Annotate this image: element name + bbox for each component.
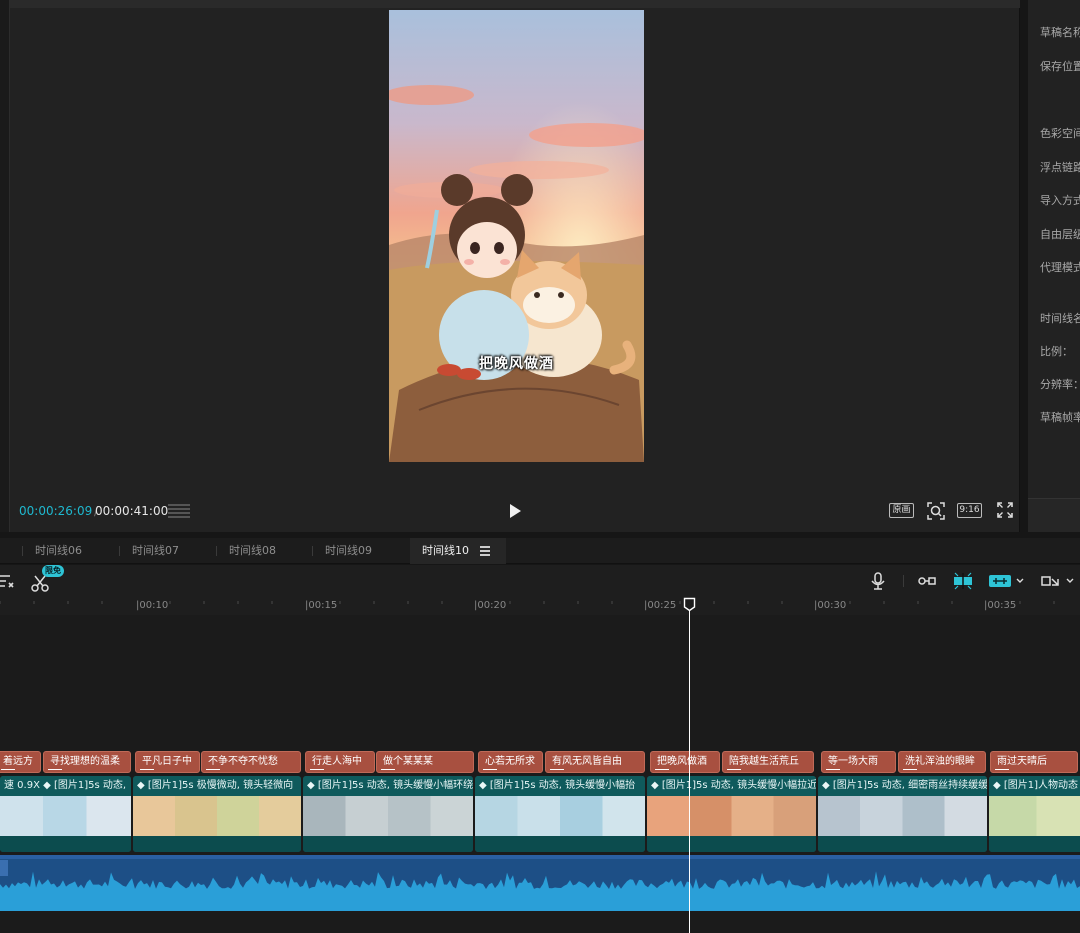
text-clip[interactable]: 陪我越生活荒丘 xyxy=(722,751,814,773)
video-track: 速 0.9X ◆ [图片1]5s 动态, ◆ [图片1]5s 极慢微动, 镜头轻… xyxy=(0,776,1080,852)
text-clip[interactable]: 把晚风做酒 xyxy=(650,751,720,773)
audio-waveform xyxy=(0,855,1080,911)
fullscreen-icon[interactable] xyxy=(997,502,1013,518)
video-clip-footer xyxy=(133,836,301,852)
text-track: 着远方 寻找理想的温柔 平凡日子中 不争不夺不忧愁 行走人海中 做个某某某 心若… xyxy=(0,751,1080,773)
video-clip[interactable]: ◆ [图片1]人物动态 xyxy=(989,776,1080,852)
video-clip[interactable]: ◆ [图片1]5s 动态, 镜头缓慢小幅环绕 xyxy=(303,776,473,852)
inspector-row: 草稿名称 xyxy=(1040,26,1080,39)
subtitle-overlay: 把晚风做酒 xyxy=(479,356,554,372)
video-clip[interactable]: ◆ [图片1]5s 动态, 镜头缓慢小幅拉近; xyxy=(647,776,816,852)
inspector-row: 草稿帧率 xyxy=(1040,411,1080,424)
audio-meter-icon[interactable] xyxy=(168,504,190,518)
chevron-down-icon[interactable] xyxy=(1065,571,1075,591)
free-badge: 限免 xyxy=(42,565,64,577)
text-clip[interactable]: 做个某某某 xyxy=(376,751,474,773)
timeline-tabs: 时间线06 时间线07 时间线08 时间线09 时间线10 xyxy=(0,538,1080,564)
inspector-row: 自由层级 xyxy=(1040,228,1080,241)
inspector-row: 分辨率： xyxy=(1040,378,1080,391)
text-clip[interactable]: 等一场大雨 xyxy=(821,751,896,773)
text-clip[interactable]: 行走人海中 xyxy=(305,751,375,773)
text-list-icon[interactable] xyxy=(0,571,16,591)
player-controls: 00:00:26:09 / 00:00:41:00 原画 9:16 xyxy=(10,496,1020,526)
video-clip-footer xyxy=(303,836,473,852)
video-clip-thumbnails xyxy=(0,796,131,836)
aspect-ratio-button[interactable]: 9:16 xyxy=(957,503,982,518)
video-clip-thumbnails xyxy=(475,796,645,836)
tab-menu-icon[interactable] xyxy=(480,546,490,556)
link-icon[interactable] xyxy=(917,571,937,591)
chevron-down-icon[interactable] xyxy=(1015,571,1025,591)
current-time: 00:00:26:09 xyxy=(19,504,93,518)
video-clip-label: ◆ [图片1]人物动态 xyxy=(989,776,1080,796)
text-clip[interactable]: 心若无所求 xyxy=(478,751,543,773)
inspector-row: 浮点链路 xyxy=(1040,161,1080,174)
preview-top-bar xyxy=(10,0,1020,8)
playhead-line[interactable] xyxy=(689,604,690,933)
auto-snap-icon[interactable] xyxy=(953,571,973,591)
text-clip[interactable]: 有风无风皆自由 xyxy=(545,751,645,773)
video-clip-footer xyxy=(647,836,816,852)
video-clip-footer xyxy=(989,836,1080,852)
video-clip-label: ◆ [图片1]5s 动态, 镜头缓慢小幅环绕 xyxy=(303,776,473,796)
preview-video-frame[interactable]: 把晚风做酒 xyxy=(389,10,644,462)
tab-timeline08[interactable]: 时间线08 xyxy=(229,538,276,564)
preview-illustration xyxy=(389,10,644,462)
draft-inspector-panel: 草稿名称 保存位置 色彩空间 浮点链路 导入方式 自由层级 代理模式 时间线名 … xyxy=(1028,0,1080,532)
tab-timeline10[interactable]: 时间线10 xyxy=(410,538,506,564)
ruler-ticks xyxy=(0,601,1055,604)
video-clip-thumbnails xyxy=(989,796,1080,836)
video-clip-footer xyxy=(475,836,645,852)
audio-track[interactable] xyxy=(0,855,1080,911)
text-clip[interactable]: 平凡日子中 xyxy=(135,751,200,773)
tab-timeline09[interactable]: 时间线09 xyxy=(325,538,372,564)
text-clip[interactable]: 洗礼浑浊的眼眸 xyxy=(898,751,986,773)
play-button[interactable] xyxy=(507,502,523,520)
tab-timeline06[interactable]: 时间线06 xyxy=(35,538,82,564)
split-screen-icon[interactable] xyxy=(1040,571,1060,591)
zoom-fit-icon[interactable] xyxy=(926,501,946,521)
video-clip-thumbnails xyxy=(133,796,301,836)
timeline-toolbar: 限免 xyxy=(0,565,1080,597)
video-clip-footer xyxy=(818,836,987,852)
text-clip[interactable]: 着远方 xyxy=(0,751,41,773)
inspector-footer xyxy=(1028,498,1080,532)
video-clip-label: ◆ [图片1]5s 动态, 镜头缓慢小幅抬 xyxy=(475,776,645,796)
original-quality-button[interactable]: 原画 xyxy=(889,503,914,518)
playhead-handle[interactable] xyxy=(683,597,696,612)
preview-axis-icon[interactable] xyxy=(988,571,1012,591)
video-clip-label: ◆ [图片1]5s 极慢微动, 镜头轻微向 xyxy=(133,776,301,796)
left-panel-edge xyxy=(0,0,10,532)
inspector-row: 保存位置 xyxy=(1040,60,1080,73)
video-clip-label: ◆ [图片1]5s 动态, 细密雨丝持续缓缓下 xyxy=(818,776,987,796)
inspector-row: 导入方式 xyxy=(1040,194,1080,207)
timeline-ruler[interactable]: |00:10 |00:15 |00:20 |00:25 |00:30 |00:3… xyxy=(0,597,1080,615)
video-clip-thumbnails xyxy=(303,796,473,836)
video-clip[interactable]: 速 0.9X ◆ [图片1]5s 动态, xyxy=(0,776,131,852)
total-time: 00:00:41:00 xyxy=(95,504,169,518)
video-clip-label: ◆ [图片1]5s 动态, 镜头缓慢小幅拉近; xyxy=(647,776,816,796)
tab-timeline07[interactable]: 时间线07 xyxy=(132,538,179,564)
video-clip-label: 速 0.9X ◆ [图片1]5s 动态, xyxy=(0,776,131,796)
microphone-icon[interactable] xyxy=(868,571,888,591)
inspector-row: 时间线名 xyxy=(1040,312,1080,325)
text-clip[interactable]: 不争不夺不忧愁 xyxy=(201,751,301,773)
video-clip[interactable]: ◆ [图片1]5s 极慢微动, 镜头轻微向 xyxy=(133,776,301,852)
video-clip[interactable]: ◆ [图片1]5s 动态, 细密雨丝持续缓缓下 xyxy=(818,776,987,852)
video-clip[interactable]: ◆ [图片1]5s 动态, 镜头缓慢小幅抬 xyxy=(475,776,645,852)
inspector-row: 代理模式 xyxy=(1040,261,1080,274)
text-clip[interactable]: 雨过天晴后 xyxy=(990,751,1078,773)
inspector-row: 色彩空间 xyxy=(1040,127,1080,140)
inspector-row: 比例： xyxy=(1040,345,1073,358)
video-clip-footer xyxy=(0,836,131,852)
video-clip-thumbnails xyxy=(647,796,816,836)
timeline-track-area[interactable]: 着远方 寻找理想的温柔 平凡日子中 不争不夺不忧愁 行走人海中 做个某某某 心若… xyxy=(0,615,1080,933)
video-clip-thumbnails xyxy=(818,796,987,836)
text-clip[interactable]: 寻找理想的温柔 xyxy=(43,751,131,773)
